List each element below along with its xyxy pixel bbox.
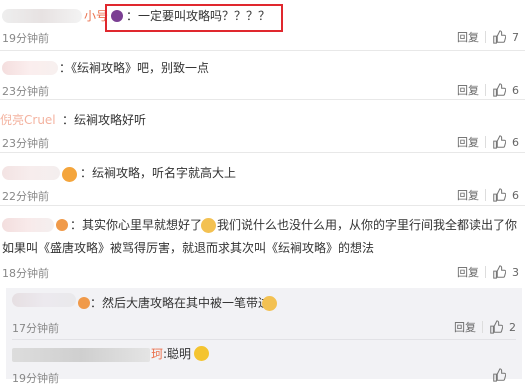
comment-time: 18分钟前 (2, 267, 49, 280)
comment-item: ：其实你心里早就想好了 我们说什么也没什么用，从你的字里行间我全都读出了你 如果… (0, 206, 525, 286)
comment-time: 22分钟前 (2, 190, 49, 203)
comment-time: 19分钟前 (2, 32, 49, 45)
comment-text-line1-cont: 我们说什么也没什么用，从你的字里行间我全都读出了你 (217, 218, 518, 232)
comment-text-line2: 如果叫《盛唐攻略》被骂得厉害，就退而求其次叫《纭裥攻略》的想法 (2, 241, 375, 255)
like-count: 7 (512, 30, 519, 44)
comment-item: ：纭裥攻略，听名字就高大上 22分钟前 回复 6 (0, 153, 525, 205)
thumbs-up-icon[interactable] (492, 368, 506, 382)
highlight-box (105, 4, 283, 32)
divider (485, 136, 486, 148)
username-partial[interactable]: 珂 (151, 344, 163, 364)
username-redacted (12, 293, 76, 307)
thumbs-up-icon[interactable] (492, 30, 506, 44)
reply-button[interactable]: 回复 (457, 82, 479, 98)
grin-emoji-icon (194, 346, 209, 361)
comment-actions: 回复 6 (457, 82, 519, 98)
reply-button[interactable]: 回复 (457, 187, 479, 203)
comment-actions: 回复 6 (457, 134, 519, 150)
divider (485, 266, 486, 278)
reply-time: 17分钟前 (12, 322, 59, 335)
doge-emoji-icon (262, 296, 277, 311)
thumbs-up-icon[interactable] (492, 265, 506, 279)
username-redacted (12, 348, 150, 362)
vip-badge-icon (62, 167, 77, 182)
divider (485, 189, 486, 201)
reply-button[interactable]: 回复 (454, 319, 476, 335)
like-count: 6 (512, 188, 519, 202)
comment-item: 倪亮Cruel ：纭裥攻略好听 23分钟前 回复 6 (0, 100, 525, 152)
reply-actions: 回复 2 (454, 319, 516, 335)
comment-text: ：纭裥攻略，听名字就高大上 (80, 166, 237, 180)
thumbs-up-icon[interactable] (492, 135, 506, 149)
comment-actions: 回复 7 (457, 29, 519, 45)
username-redacted (2, 9, 82, 23)
comment-text-line1: ：其实你心里早就想好了 (70, 218, 203, 232)
reply-button[interactable]: 回复 (457, 264, 479, 280)
reply-time: 19分钟前 (12, 372, 59, 385)
reply-text: ：然后大唐攻略在其中被一笔带过 (90, 296, 271, 310)
vip-badge-icon (78, 297, 90, 309)
divider (482, 321, 483, 333)
divider (12, 339, 516, 340)
divider (485, 31, 486, 43)
thumbs-up-icon[interactable] (492, 188, 506, 202)
reply-button[interactable]: 回复 (457, 29, 479, 45)
comment-item: ：《纭裥攻略》吧，别致一点 23分钟前 回复 6 (0, 51, 525, 99)
like-count: 6 (512, 83, 519, 97)
comment-text: ：《纭裥攻略》吧，别致一点 (59, 61, 210, 75)
comment-actions: 回复 3 (457, 264, 519, 280)
vip-badge-icon (56, 219, 68, 231)
comment-text: ：纭裥攻略好听 (62, 113, 147, 127)
comment-time: 23分钟前 (2, 137, 49, 150)
doge-emoji-icon (201, 218, 216, 233)
like-count: 6 (512, 135, 519, 149)
username-redacted (2, 218, 54, 232)
like-count: 3 (512, 265, 519, 279)
reply-button[interactable]: 回复 (457, 134, 479, 150)
divider (485, 84, 486, 96)
username-redacted (2, 61, 58, 75)
comment-actions: 回复 6 (457, 187, 519, 203)
username-redacted (2, 166, 60, 180)
like-count: 2 (509, 320, 516, 334)
username-partial[interactable]: 倪亮Cruel (0, 110, 56, 130)
thumbs-up-icon[interactable] (492, 83, 506, 97)
thumbs-up-icon[interactable] (489, 320, 503, 334)
reply-text: :聪明 (163, 347, 192, 361)
comment-time: 23分钟前 (2, 85, 49, 98)
replies-box: ：然后大唐攻略在其中被一笔带过 17分钟前 回复 2 珂 :聪明 19分钟前 (6, 288, 522, 385)
